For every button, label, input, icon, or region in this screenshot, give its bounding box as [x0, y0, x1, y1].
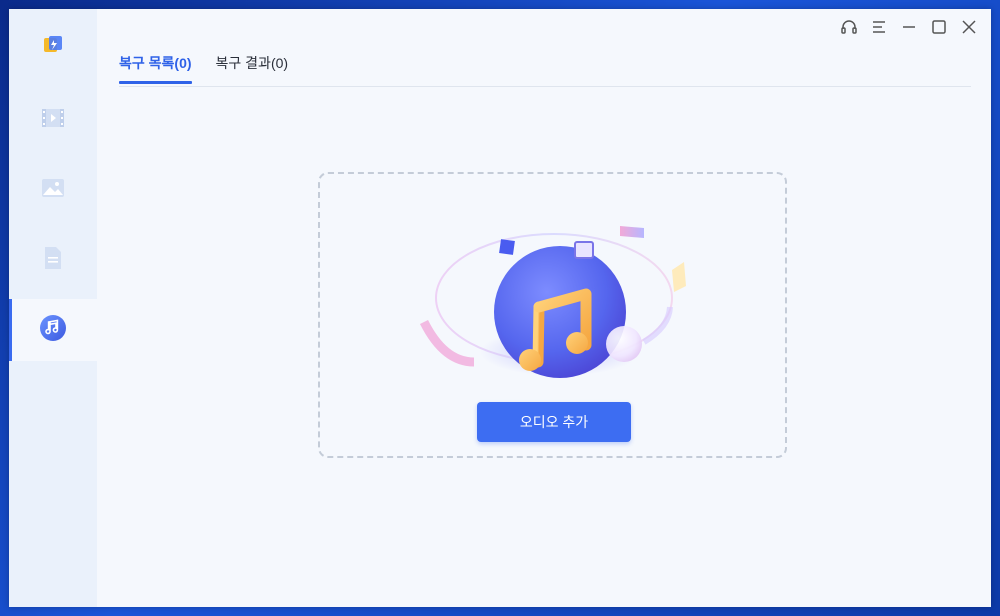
maximize-icon — [931, 19, 947, 40]
minimize-icon — [901, 19, 917, 40]
audio-drop-zone[interactable]: 오디오 추가 — [318, 172, 787, 458]
headset-icon — [840, 18, 858, 41]
tab-bar: 복구 목록(0) 복구 결과(0) — [119, 53, 289, 84]
app-logo-icon — [42, 34, 64, 56]
video-icon — [41, 108, 65, 133]
minimize-button[interactable] — [897, 17, 921, 41]
maximize-button[interactable] — [927, 17, 951, 41]
tab-divider — [119, 86, 971, 87]
document-icon — [43, 246, 63, 275]
support-button[interactable] — [837, 17, 861, 41]
tab-recovery-results[interactable]: 복구 결과(0) — [216, 53, 289, 83]
sidebar-item-photo[interactable] — [9, 159, 97, 221]
menu-icon — [871, 19, 887, 40]
tab-recovery-list[interactable]: 복구 목록(0) — [119, 53, 192, 84]
sidebar-item-audio[interactable] — [9, 299, 97, 361]
sidebar-item-document[interactable] — [9, 229, 97, 291]
photo-icon — [41, 178, 65, 203]
close-icon — [961, 19, 977, 40]
app-window: 복구 목록(0) 복구 결과(0) 오디오 추가 — [9, 9, 991, 607]
music-note-icon — [39, 314, 67, 347]
menu-button[interactable] — [867, 17, 891, 41]
add-audio-button[interactable]: 오디오 추가 — [477, 402, 631, 442]
sidebar-item-video[interactable] — [9, 89, 97, 151]
music-disc-icon — [414, 212, 694, 392]
sidebar — [9, 9, 97, 607]
window-controls — [837, 17, 981, 41]
close-button[interactable] — [957, 17, 981, 41]
